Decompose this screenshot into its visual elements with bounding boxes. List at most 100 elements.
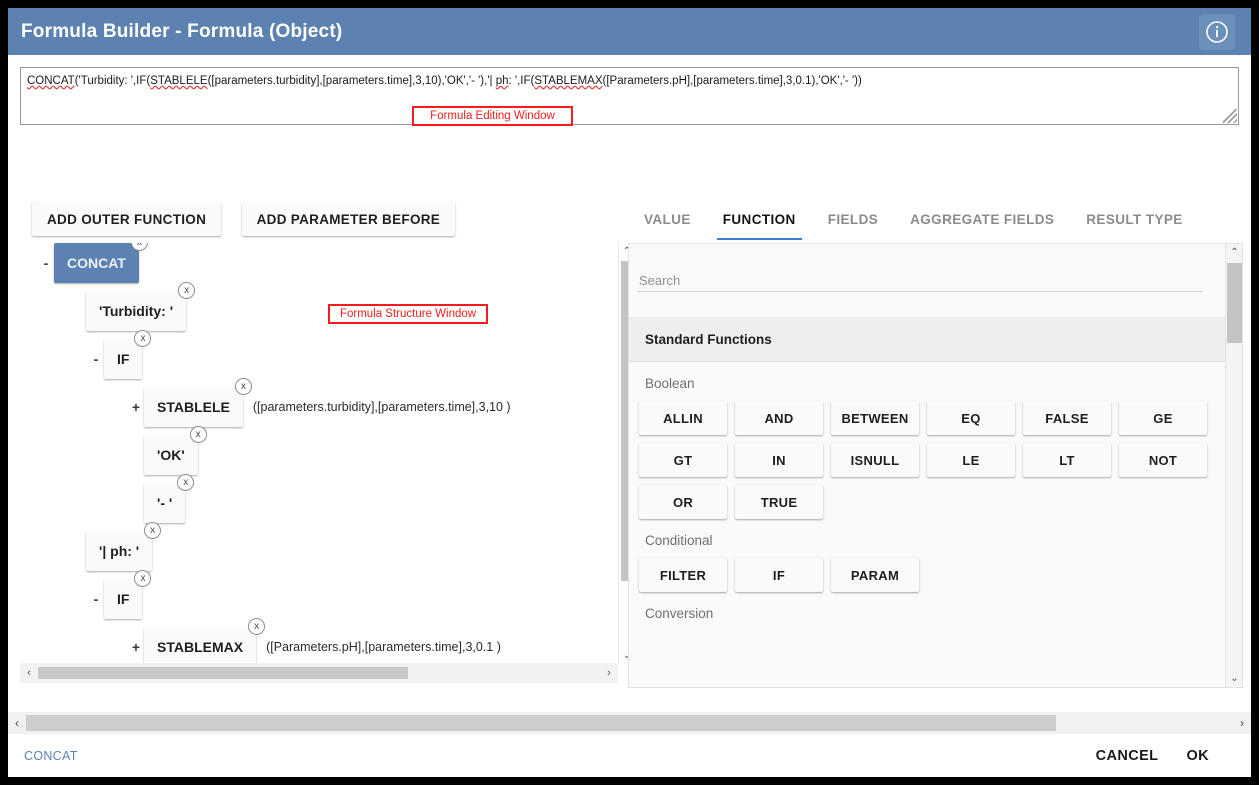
remove-node-icon[interactable]: x: [177, 474, 194, 491]
tree-node-arguments: ([parameters.turbidity],[parameters.time…: [253, 400, 511, 414]
scroll-down-icon[interactable]: ⌄: [1226, 670, 1243, 687]
window-title: Formula Builder - Formula (Object): [21, 21, 342, 43]
function-button-grid: ALLINANDBETWEENEQFALSEGE GTINISNULLLELTNO…: [629, 401, 1225, 519]
remove-node-icon[interactable]: x: [248, 618, 265, 635]
formula-tree-node[interactable]: '| ph: 'x: [70, 531, 152, 571]
function-group-label: Boolean: [629, 362, 1225, 401]
remove-node-icon[interactable]: x: [134, 330, 151, 347]
formula-token: ([parameters.turbidity],[parameters.time…: [208, 75, 496, 87]
tree-node-chip-wrapper: STABLELEx: [144, 387, 243, 427]
function-button-ge[interactable]: GE: [1119, 401, 1207, 435]
scroll-left-icon[interactable]: ‹: [20, 667, 38, 679]
formula-tree-node[interactable]: -IFx: [88, 339, 142, 379]
dialog-footer: CONCAT CANCEL OK: [8, 734, 1251, 777]
tree-node-chip[interactable]: STABLELE: [144, 387, 243, 427]
function-picker-panel: VALUEFUNCTIONFIELDSAGGREGATE FIELDSRESUL…: [628, 198, 1243, 708]
formula-builder-dialog: Formula Builder - Formula (Object) CONCA…: [8, 8, 1251, 777]
collapse-icon[interactable]: -: [88, 591, 104, 607]
tree-node-chip-wrapper: IFx: [104, 579, 142, 619]
tab-value[interactable]: VALUE: [628, 198, 707, 240]
scroll-right-icon[interactable]: ›: [600, 667, 618, 679]
tree-node-chip[interactable]: '| ph: ': [86, 531, 152, 571]
function-button-true[interactable]: TRUE: [735, 485, 823, 519]
add-parameter-before-button[interactable]: ADD PARAMETER BEFORE: [242, 202, 456, 236]
tree-node-chip-wrapper: STABLEMAXx: [144, 627, 256, 663]
scrollbar-thumb[interactable]: [1227, 263, 1242, 343]
current-function-label[interactable]: CONCAT: [24, 749, 78, 763]
structure-horizontal-scrollbar[interactable]: ‹ ›: [20, 663, 618, 683]
formula-token: CONCAT: [27, 75, 75, 87]
formula-tree: -CONCATx'Turbidity: 'x-IFx+STABLELEx([pa…: [20, 243, 618, 663]
formula-tree-node[interactable]: -CONCATx: [38, 243, 139, 283]
function-button-filter[interactable]: FILTER: [639, 558, 727, 592]
resize-handle-icon[interactable]: [1223, 109, 1237, 123]
formula-token: ph: [496, 75, 509, 87]
formula-tree-node[interactable]: 'Turbidity: 'x: [70, 291, 186, 331]
tree-node-chip-wrapper: '- 'x: [144, 483, 185, 523]
search-zone: [629, 244, 1225, 317]
remove-node-icon[interactable]: x: [144, 522, 161, 539]
tree-node-chip[interactable]: STABLEMAX: [144, 627, 256, 663]
function-button-allin[interactable]: ALLIN: [639, 401, 727, 435]
formula-tree-node[interactable]: +STABLEMAXx ([Parameters.pH],[parameters.…: [128, 627, 501, 663]
search-input[interactable]: [637, 270, 1203, 292]
info-circle-icon[interactable]: [1199, 14, 1235, 50]
function-button-in[interactable]: IN: [735, 443, 823, 477]
expand-icon[interactable]: +: [128, 399, 144, 415]
ok-button[interactable]: OK: [1172, 742, 1223, 770]
function-button-between[interactable]: BETWEEN: [831, 401, 919, 435]
standard-functions-header: Standard Functions: [629, 317, 1225, 362]
function-button-isnull[interactable]: ISNULL: [831, 443, 919, 477]
function-button-gt[interactable]: GT: [639, 443, 727, 477]
formula-token: ([Parameters.pH],[parameters.time],3,0.1…: [603, 75, 862, 87]
tree-node-chip-wrapper: 'OK'x: [144, 435, 198, 475]
tab-result-type[interactable]: RESULT TYPE: [1070, 198, 1198, 240]
function-button-lt[interactable]: LT: [1023, 443, 1111, 477]
function-button-param[interactable]: PARAM: [831, 558, 919, 592]
scrollbar-thumb[interactable]: [26, 715, 1056, 731]
add-outer-function-button[interactable]: ADD OUTER FUNCTION: [32, 202, 221, 236]
tab-fields[interactable]: FIELDS: [812, 198, 894, 240]
collapse-icon[interactable]: -: [88, 351, 104, 367]
scroll-left-icon[interactable]: ‹: [8, 716, 26, 730]
remove-node-icon[interactable]: x: [134, 570, 151, 587]
tab-aggregate-fields[interactable]: AGGREGATE FIELDS: [894, 198, 1070, 240]
function-button-eq[interactable]: EQ: [927, 401, 1015, 435]
scrollbar-track[interactable]: [38, 663, 600, 683]
scrollbar-track[interactable]: [26, 712, 1233, 734]
remove-node-icon[interactable]: x: [235, 378, 252, 395]
page-horizontal-scrollbar[interactable]: ‹ ›: [8, 712, 1251, 734]
cancel-button[interactable]: CANCEL: [1082, 742, 1173, 770]
scrollbar-thumb[interactable]: [38, 667, 408, 679]
function-list-vertical-scrollbar[interactable]: ⌃ ⌄: [1225, 244, 1242, 687]
function-button-le[interactable]: LE: [927, 443, 1015, 477]
function-button-and[interactable]: AND: [735, 401, 823, 435]
tree-node-chip-wrapper: CONCATx: [54, 243, 139, 283]
function-group-label: Conversion: [629, 592, 1225, 631]
function-group-label: Conditional: [629, 519, 1225, 558]
scroll-up-icon[interactable]: ⌃: [1226, 244, 1243, 261]
scroll-right-icon[interactable]: ›: [1233, 716, 1251, 730]
tree-node-chip[interactable]: 'Turbidity: ': [86, 291, 186, 331]
function-button-grid: FILTERIFPARAM: [629, 558, 1225, 592]
footer-actions: CANCEL OK: [1082, 742, 1251, 770]
structure-toolbar: ADD OUTER FUNCTION ADD PARAMETER BEFORE: [32, 202, 455, 236]
function-button-or[interactable]: OR: [639, 485, 727, 519]
function-button-not[interactable]: NOT: [1119, 443, 1207, 477]
formula-tree-node[interactable]: +STABLELEx ([parameters.turbidity],[param…: [128, 387, 511, 427]
formula-text[interactable]: CONCAT('Turbidity: ',IF(STABLELE([parame…: [27, 74, 1232, 88]
tab-function[interactable]: FUNCTION: [707, 198, 812, 240]
tree-node-arguments: ([Parameters.pH],[parameters.time],3,0.1…: [266, 640, 501, 654]
formula-tree-node[interactable]: -IFx: [88, 579, 142, 619]
tree-node-chip[interactable]: 'OK': [144, 435, 198, 475]
collapse-icon[interactable]: -: [38, 255, 54, 271]
remove-node-icon[interactable]: x: [178, 282, 195, 299]
remove-node-icon[interactable]: x: [190, 426, 207, 443]
tree-node-chip[interactable]: CONCAT: [54, 243, 139, 283]
function-button-false[interactable]: FALSE: [1023, 401, 1111, 435]
formula-tree-node[interactable]: '- 'x: [128, 483, 185, 523]
function-button-if[interactable]: IF: [735, 558, 823, 592]
expand-icon[interactable]: +: [128, 639, 144, 655]
formula-editing-window[interactable]: CONCAT('Turbidity: ',IF(STABLELE([parame…: [20, 67, 1239, 125]
formula-tree-node[interactable]: 'OK'x: [128, 435, 198, 475]
